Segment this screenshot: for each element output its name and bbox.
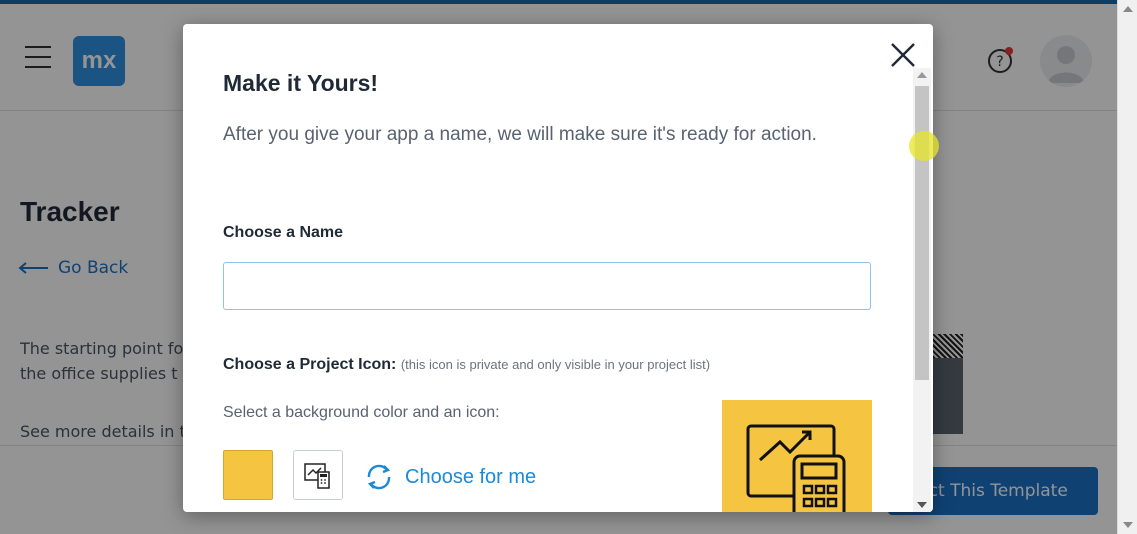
scroll-up-arrow-icon[interactable] bbox=[917, 72, 927, 78]
project-icon-note: (this icon is private and only visible i… bbox=[400, 357, 711, 372]
project-icon-label: Choose a Project Icon: (this icon is pri… bbox=[223, 356, 710, 374]
make-it-yours-modal: Make it Yours! After you give your app a… bbox=[183, 24, 933, 512]
scroll-up-arrow-icon[interactable] bbox=[1123, 6, 1133, 12]
background-color-swatch[interactable] bbox=[223, 450, 273, 500]
choose-for-me-label: Choose for me bbox=[405, 465, 537, 488]
modal-intro-text: After you give your app a name, we will … bbox=[223, 124, 817, 145]
project-icon-preview bbox=[722, 400, 872, 512]
chart-calculator-icon bbox=[746, 424, 846, 512]
refresh-icon bbox=[367, 464, 391, 490]
icon-picker-button[interactable] bbox=[293, 450, 343, 500]
mouse-cursor-highlight bbox=[909, 131, 939, 161]
app-name-input[interactable] bbox=[223, 262, 871, 310]
select-instructions: Select a background color and an icon: bbox=[223, 404, 500, 421]
close-icon[interactable] bbox=[888, 40, 918, 70]
chart-calculator-icon bbox=[304, 463, 330, 489]
scroll-down-arrow-icon[interactable] bbox=[917, 502, 927, 508]
project-icon-label-text: Choose a Project Icon: bbox=[223, 356, 397, 373]
modal-title: Make it Yours! bbox=[223, 70, 379, 96]
choose-for-me-button[interactable]: Choose for me bbox=[363, 461, 536, 493]
window-scrollbar[interactable] bbox=[1117, 0, 1137, 534]
scroll-down-arrow-icon[interactable] bbox=[1123, 522, 1133, 528]
name-label: Choose a Name bbox=[223, 224, 344, 241]
